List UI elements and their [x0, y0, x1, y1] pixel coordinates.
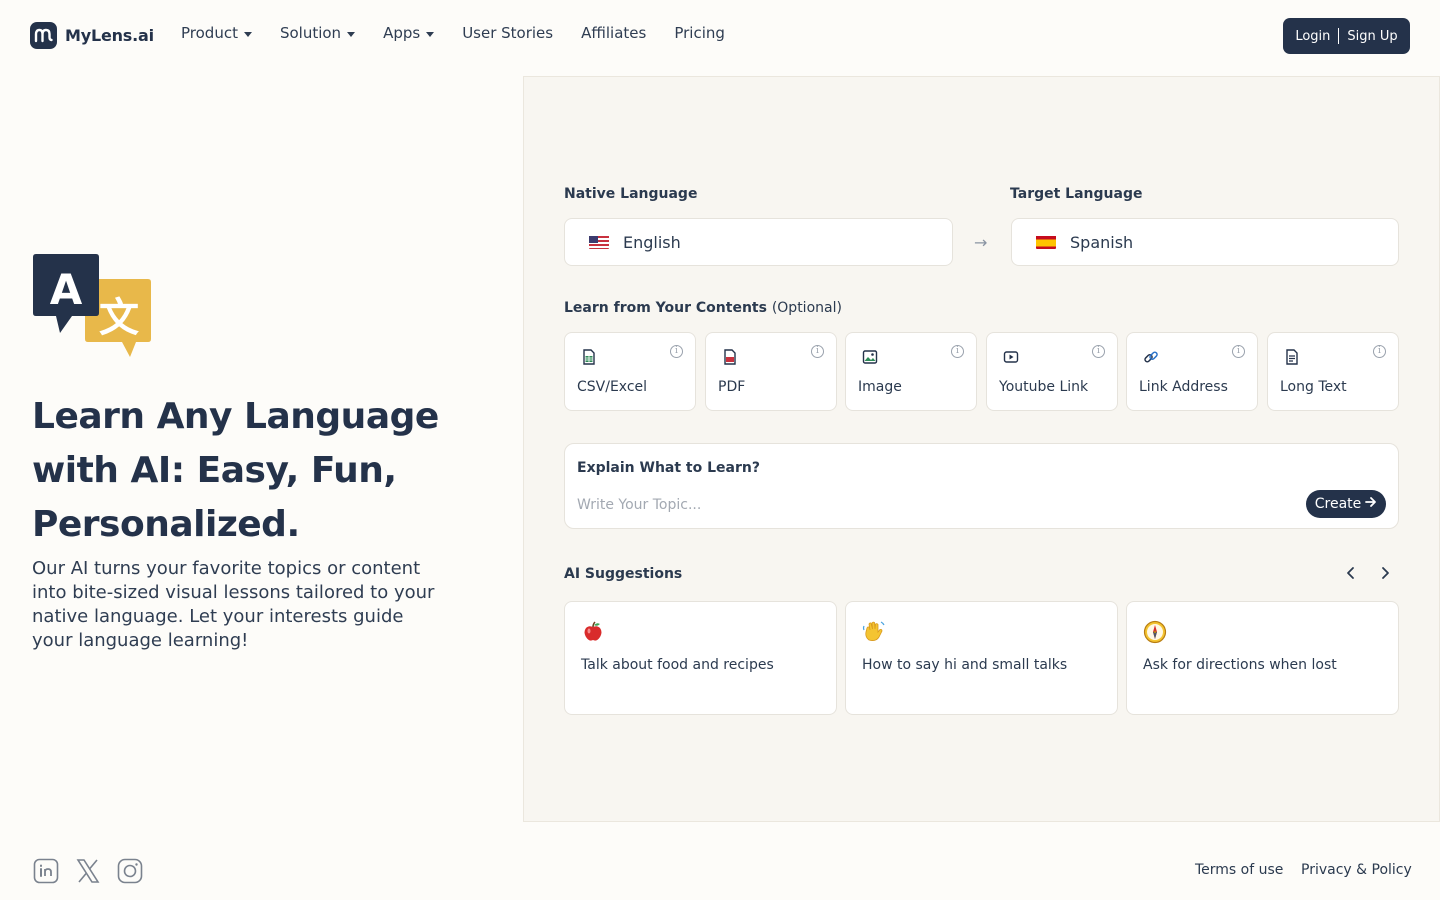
nav-user-stories[interactable]: User Stories — [462, 24, 553, 42]
sources-label: Learn from Your Contents (Optional) — [564, 300, 842, 316]
nav-solution[interactable]: Solution — [279, 24, 356, 42]
spain-flag-icon — [1036, 235, 1056, 249]
auth-group: Login Sign Up — [1283, 18, 1410, 54]
ai-suggestions-label: AI Suggestions — [564, 566, 683, 582]
info-icon[interactable]: i — [1092, 345, 1105, 358]
instagram-icon[interactable] — [117, 858, 143, 884]
info-icon[interactable]: i — [670, 345, 683, 358]
nav-pricing[interactable]: Pricing — [674, 24, 725, 42]
chevron-left-icon[interactable] — [1344, 565, 1358, 586]
linkedin-icon[interactable] — [33, 858, 59, 884]
video-icon — [1003, 349, 1019, 365]
privacy-link[interactable]: Privacy & Policy — [1301, 862, 1412, 878]
source-long-text-label: Long Text — [1280, 379, 1347, 395]
nav-user-stories-label: User Stories — [462, 24, 554, 42]
arrow-right-icon: → — [974, 233, 988, 252]
source-csv-excel-label: CSV/Excel — [577, 379, 648, 395]
nav-apps[interactable]: Apps — [383, 24, 435, 42]
brand-name: MyLens.ai — [65, 26, 154, 45]
topic-input[interactable] — [577, 494, 1277, 516]
info-icon[interactable]: i — [811, 345, 824, 358]
waving-hand-icon — [862, 620, 886, 644]
nav-affiliates[interactable]: Affiliates — [581, 24, 646, 42]
spreadsheet-icon — [581, 349, 597, 365]
explain-title: Explain What to Learn? — [577, 460, 760, 476]
svg-text:A: A — [50, 265, 83, 314]
info-icon[interactable]: i — [951, 345, 964, 358]
terms-link[interactable]: Terms of use — [1195, 862, 1283, 878]
target-language-label: Target Language — [1010, 186, 1143, 202]
signup-button[interactable]: Sign Up — [1339, 29, 1405, 44]
suggestion-card[interactable]: Talk about food and recipes — [564, 601, 837, 715]
target-language-value: Spanish — [1070, 232, 1134, 252]
brand-logo[interactable]: MyLens.ai — [30, 22, 154, 49]
source-image-label: Image — [858, 379, 902, 395]
pdf-icon — [722, 349, 738, 365]
chevron-down-icon — [347, 31, 356, 37]
chevron-down-icon — [426, 31, 435, 37]
chevron-down-icon — [243, 31, 252, 37]
source-long-text[interactable]: i Long Text — [1267, 332, 1399, 411]
document-icon — [1284, 349, 1300, 365]
source-link-address-label: Link Address — [1139, 379, 1228, 395]
nav-apps-label: Apps — [383, 24, 421, 42]
header: MyLens.ai Product Solution Apps User Sto… — [0, 0, 1440, 72]
info-icon[interactable]: i — [1232, 345, 1245, 358]
svg-text:文: 文 — [99, 295, 139, 341]
suggestion-label: Talk about food and recipes — [581, 657, 774, 673]
source-youtube-link-label: Youtube Link — [999, 379, 1089, 395]
link-icon — [1143, 349, 1159, 365]
hero-subtitle: Our AI turns your favorite topics or con… — [32, 558, 435, 651]
native-language-select[interactable]: English — [564, 218, 953, 266]
compass-icon — [1143, 620, 1167, 644]
hero-title: Learn Any Language with AI: Easy, Fun, P… — [32, 396, 439, 545]
native-language-label: Native Language — [564, 186, 698, 202]
nav-product-label: Product — [181, 24, 238, 42]
native-language-value: English — [623, 232, 681, 252]
sources-label-text: Learn from Your Contents — [564, 300, 767, 316]
target-language-select[interactable]: Spanish — [1011, 218, 1399, 266]
translate-icon: 文 A — [32, 253, 152, 359]
create-button-label: Create — [1314, 496, 1362, 512]
mylens-logo-icon — [30, 22, 57, 49]
source-link-address[interactable]: i Link Address — [1126, 332, 1258, 411]
main-nav: Product Solution Apps User Stories Affil… — [181, 24, 725, 42]
chevron-right-icon[interactable] — [1378, 565, 1392, 586]
suggestion-label: Ask for directions when lost — [1143, 657, 1337, 673]
apple-icon — [581, 620, 605, 644]
arrow-right-icon — [1365, 496, 1377, 512]
image-icon — [862, 349, 878, 365]
source-pdf-label: PDF — [718, 379, 746, 395]
nav-solution-label: Solution — [279, 24, 342, 42]
create-button[interactable]: Create — [1306, 490, 1386, 518]
nav-pricing-label: Pricing — [674, 24, 725, 42]
source-pdf[interactable]: i PDF — [705, 332, 837, 411]
explain-box: Explain What to Learn? Create — [564, 443, 1399, 529]
sources-optional: (Optional) — [771, 300, 842, 316]
suggestion-card[interactable]: How to say hi and small talks — [845, 601, 1118, 715]
info-icon[interactable]: i — [1373, 345, 1386, 358]
nav-affiliates-label: Affiliates — [581, 24, 647, 42]
source-youtube-link[interactable]: i Youtube Link — [986, 332, 1118, 411]
suggestion-card[interactable]: Ask for directions when lost — [1126, 601, 1399, 715]
login-button[interactable]: Login — [1287, 29, 1338, 44]
source-image[interactable]: i Image — [845, 332, 977, 411]
source-csv-excel[interactable]: i CSV/Excel — [564, 332, 696, 411]
us-flag-icon — [589, 235, 609, 249]
nav-product[interactable]: Product — [181, 24, 252, 42]
suggestion-label: How to say hi and small talks — [862, 657, 1068, 673]
x-icon[interactable] — [75, 858, 101, 884]
